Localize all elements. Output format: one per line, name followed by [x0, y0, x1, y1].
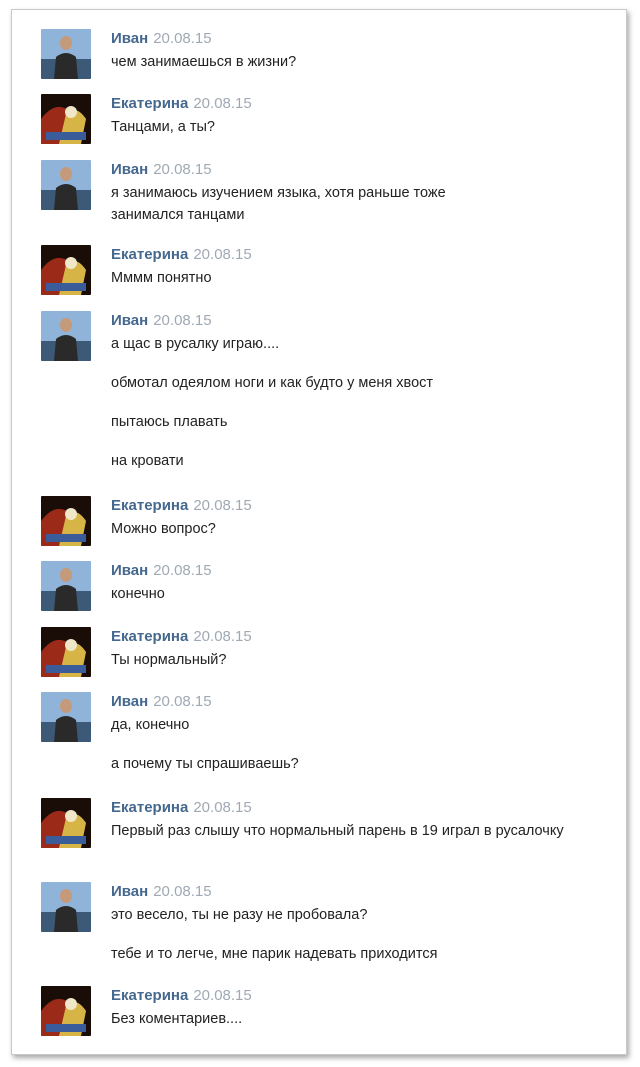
message-text: чем занимаешься в жизни? [111, 54, 297, 70]
author-name[interactable]: Екатерина [111, 799, 188, 816]
author-name[interactable]: Иван [111, 161, 148, 178]
avatar-ivan[interactable] [41, 311, 91, 361]
message-text: обмотал одеялом ноги и как будто у меня … [111, 375, 434, 391]
message-text: конечно [111, 586, 165, 602]
message-text: Ты нормальный? [111, 652, 227, 668]
message-text: а щас в русалку играю.... [111, 336, 280, 352]
message-text: это весело, ты не разу не пробовала? [111, 907, 368, 923]
message-text: Танцами, а ты? [111, 119, 215, 135]
avatar-ekaterina[interactable] [41, 798, 91, 848]
avatar-ivan[interactable] [41, 882, 91, 932]
message-text: пытаюсь плавать [111, 414, 228, 430]
author-name[interactable]: Иван [111, 312, 148, 329]
avatar-ekaterina[interactable] [41, 496, 91, 546]
author-name[interactable]: Екатерина [111, 95, 188, 112]
author-name[interactable]: Иван [111, 30, 148, 47]
message-date: 20.08.15 [153, 161, 212, 178]
message-date: 20.08.15 [153, 883, 212, 900]
message-text: Можно вопрос? [111, 521, 216, 537]
avatar-ekaterina[interactable] [41, 245, 91, 295]
chat-window: Иван 20.08.15 чем занимаешься в жизни? Ек… [11, 9, 627, 1055]
message-text: да, конечно [111, 717, 190, 733]
avatar-ivan[interactable] [41, 692, 91, 742]
author-name[interactable]: Екатерина [111, 987, 188, 1004]
author-name[interactable]: Екатерина [111, 246, 188, 263]
author-name[interactable]: Екатерина [111, 628, 188, 645]
message-date: 20.08.15 [193, 95, 252, 112]
message-date: 20.08.15 [153, 693, 212, 710]
message-date: 20.08.15 [193, 987, 252, 1004]
message-text: тебе и то легче, мне парик надевать прих… [111, 946, 438, 962]
avatar-ivan[interactable] [41, 29, 91, 79]
message-date: 20.08.15 [193, 799, 252, 816]
message-date: 20.08.15 [153, 562, 212, 579]
message-date: 20.08.15 [153, 312, 212, 329]
message-text: а почему ты спрашиваешь? [111, 756, 299, 772]
message-text: я занимаюсь изучением языка, хотя раньше… [111, 185, 446, 223]
author-name[interactable]: Екатерина [111, 497, 188, 514]
avatar-ekaterina[interactable] [41, 627, 91, 677]
avatar-ivan[interactable] [41, 561, 91, 611]
message-text: Первый раз слышу что нормальный парень в… [111, 823, 564, 839]
avatar-ekaterina[interactable] [41, 986, 91, 1036]
author-name[interactable]: Иван [111, 883, 148, 900]
avatar-ekaterina[interactable] [41, 94, 91, 144]
author-name[interactable]: Иван [111, 562, 148, 579]
message-date: 20.08.15 [193, 497, 252, 514]
avatar-ivan[interactable] [41, 160, 91, 210]
message-date: 20.08.15 [193, 628, 252, 645]
message-date: 20.08.15 [193, 246, 252, 263]
author-name[interactable]: Иван [111, 693, 148, 710]
message-text: Без коментариев.... [111, 1011, 243, 1027]
message-text: Мммм понятно [111, 270, 212, 286]
message-text: на кровати [111, 453, 184, 469]
message-date: 20.08.15 [153, 30, 212, 47]
